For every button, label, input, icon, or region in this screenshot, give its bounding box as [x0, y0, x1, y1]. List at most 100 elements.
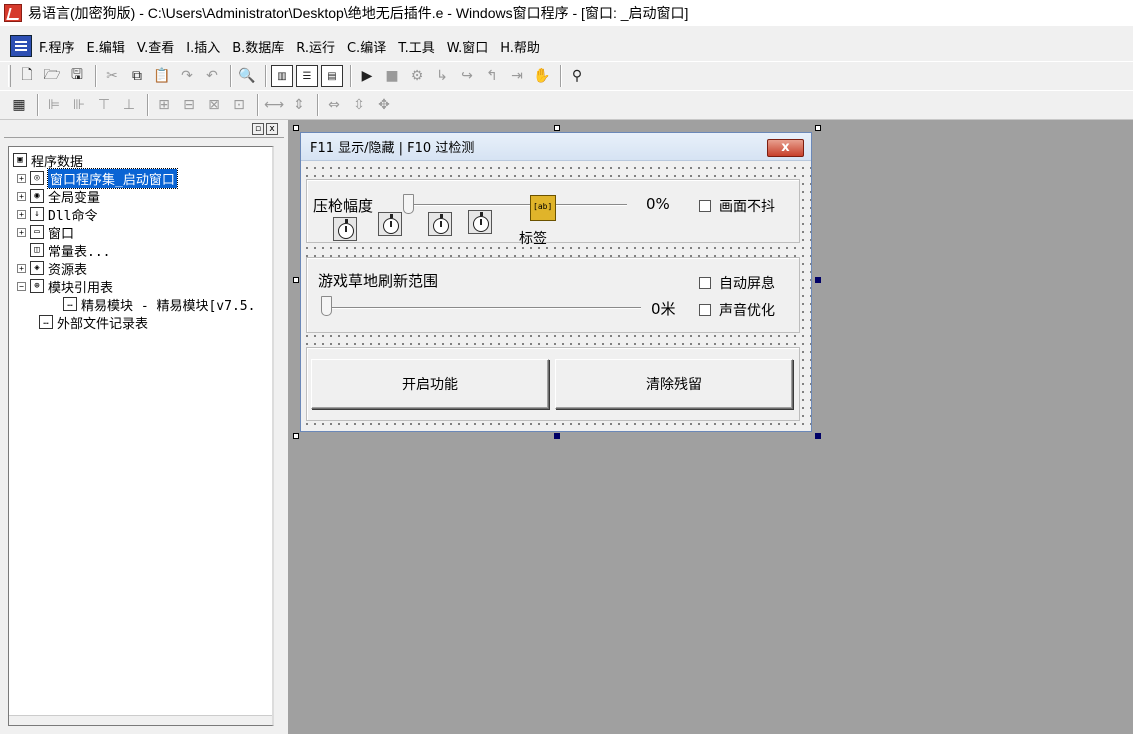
document-menu-icon[interactable]	[10, 35, 32, 57]
toolbar-separator	[230, 65, 232, 87]
save-icon[interactable]: 🖫	[66, 65, 88, 87]
space-vertical-icon[interactable]: ⇕	[288, 94, 310, 116]
expand-icon[interactable]: +	[17, 173, 26, 183]
window-icon: ▭	[30, 225, 44, 239]
menu-window[interactable]: W.窗口	[446, 35, 490, 58]
step-out-icon[interactable]: ↰	[481, 65, 503, 87]
align-left-icon[interactable]: ⊫	[43, 94, 65, 116]
paste-icon[interactable]: 📋	[151, 65, 173, 87]
program-data-icon: ▣	[13, 153, 27, 167]
menu-view[interactable]: V.查看	[136, 35, 175, 58]
find-icon[interactable]: 🔍	[236, 65, 258, 87]
tree-item-jingyi-module[interactable]: … 精易模块 - 精易模块[v7.5.	[63, 295, 255, 314]
layout-panel-icon[interactable]: ▤	[321, 65, 343, 87]
start-feature-button[interactable]: 开启功能	[311, 359, 549, 409]
center-horizontal-icon[interactable]: ⊞	[153, 94, 175, 116]
timer-hand	[440, 221, 442, 227]
tree-item-resources[interactable]: + ◈ 资源表	[17, 259, 88, 278]
tree-root[interactable]: ▣ 程序数据	[13, 151, 83, 170]
timer-icon[interactable]	[468, 210, 492, 234]
tree-item-dll-commands[interactable]: + ↓ Dll命令	[17, 205, 97, 224]
open-folder-icon[interactable]: 🗁	[41, 65, 63, 87]
tree-item-window-assembly[interactable]: + ◎ 窗口程序集_启动窗口	[17, 167, 178, 189]
recoil-slider-track[interactable]	[405, 204, 627, 206]
recoil-group: 压枪幅度 0% 画面不抖 标签	[306, 179, 800, 247]
layout-split-icon[interactable]: ▥	[271, 65, 293, 87]
binoculars-icon[interactable]: ⚲	[566, 65, 588, 87]
center-vertical-icon[interactable]: ⊟	[178, 94, 200, 116]
checkbox-box[interactable]	[699, 304, 711, 316]
clear-residue-button[interactable]: 清除残留	[555, 359, 793, 409]
menu-run[interactable]: R.运行	[295, 35, 336, 58]
menu-compile[interactable]: C.编译	[346, 35, 387, 58]
width-icon[interactable]: ⇔	[323, 94, 345, 116]
sound-opt-checkbox[interactable]: 声音优化	[699, 300, 775, 320]
tree-item-global-variables[interactable]: + ◉ 全局变量	[17, 187, 100, 206]
stop-icon[interactable]: ■	[381, 65, 403, 87]
resize-handle[interactable]	[554, 125, 560, 131]
grass-slider-track[interactable]	[323, 307, 641, 309]
resize-handle[interactable]	[293, 125, 299, 131]
expand-icon[interactable]: +	[17, 191, 26, 201]
menu-tools[interactable]: T.工具	[397, 35, 436, 58]
height-icon[interactable]: ⇳	[348, 94, 370, 116]
size-icon[interactable]: ✥	[373, 94, 395, 116]
copy-icon[interactable]: ⧉	[126, 65, 148, 87]
undo-icon[interactable]: ↶	[201, 65, 223, 87]
recoil-slider-thumb[interactable]	[403, 194, 414, 214]
menu-database[interactable]: B.数据库	[231, 35, 285, 58]
resize-handle[interactable]	[293, 433, 299, 439]
resize-handle[interactable]	[815, 277, 821, 283]
toolbar-separator	[317, 94, 319, 116]
menu-program[interactable]: F.程序	[38, 35, 76, 58]
tree-item-constants[interactable]: ◫ 常量表...	[30, 241, 110, 260]
collapse-icon[interactable]: −	[17, 281, 26, 291]
expand-icon[interactable]: +	[17, 263, 26, 273]
grass-slider-thumb[interactable]	[321, 296, 332, 316]
same-width-icon[interactable]: ⊠	[203, 94, 225, 116]
hand-icon[interactable]: ✋	[531, 65, 553, 87]
run-to-cursor-icon[interactable]: ⇥	[506, 65, 528, 87]
align-bottom-icon[interactable]: ⊥	[118, 94, 140, 116]
timer-icon[interactable]	[333, 217, 357, 241]
step-into-icon[interactable]: ↳	[431, 65, 453, 87]
toolbar-grip[interactable]	[8, 65, 11, 87]
menu-edit[interactable]: E.编辑	[86, 35, 126, 58]
label-control-icon[interactable]	[530, 195, 556, 221]
panel-close-button[interactable]: x	[266, 122, 278, 135]
expand-icon[interactable]: +	[17, 227, 26, 237]
form-close-button[interactable]: x	[767, 139, 804, 157]
checkbox-box[interactable]	[699, 200, 711, 212]
menu-insert[interactable]: I.插入	[185, 35, 221, 58]
redo-icon[interactable]: ↷	[176, 65, 198, 87]
cut-icon[interactable]: ✂	[101, 65, 123, 87]
same-height-icon[interactable]: ⊡	[228, 94, 250, 116]
tree-item-external-files[interactable]: … 外部文件记录表	[39, 313, 148, 332]
space-horizontal-icon[interactable]: ⟷	[263, 94, 285, 116]
align-center-v-icon[interactable]: ⊪	[68, 94, 90, 116]
tree-item-windows[interactable]: + ▭ 窗口	[17, 223, 74, 242]
timer-icon[interactable]	[378, 212, 402, 236]
menu-help[interactable]: H.帮助	[499, 35, 541, 58]
resize-handle[interactable]	[815, 125, 821, 131]
timer-icon[interactable]	[428, 212, 452, 236]
debug-icon[interactable]: ⚙	[406, 65, 428, 87]
resize-handle[interactable]	[815, 433, 821, 439]
tree-label: 资源表	[48, 262, 88, 278]
tree-item-module-references[interactable]: − ⊕ 模块引用表	[17, 277, 113, 296]
auto-screen-checkbox[interactable]: 自动屏息	[699, 273, 775, 293]
resize-handle[interactable]	[293, 277, 299, 283]
checkbox-box[interactable]	[699, 277, 711, 289]
layout-horizontal-icon[interactable]: ☰	[296, 65, 318, 87]
run-icon[interactable]: ▶	[356, 65, 378, 87]
align-top-icon[interactable]: ⊤	[93, 94, 115, 116]
new-file-icon[interactable]: 🗋	[16, 65, 38, 87]
panel-minimize-button[interactable]: ▫	[252, 122, 264, 135]
expand-icon[interactable]: +	[17, 209, 26, 219]
startup-window-form[interactable]: F11 显示/隐藏 | F10 过检测 x 压枪幅度 0% 画面不抖 标签	[300, 132, 812, 432]
anti-shake-checkbox[interactable]: 画面不抖	[699, 196, 775, 216]
tree-horizontal-scrollbar[interactable]	[9, 715, 272, 725]
step-over-icon[interactable]: ↪	[456, 65, 478, 87]
resize-handle[interactable]	[554, 433, 560, 439]
form-grid-icon[interactable]: ▦	[8, 94, 30, 116]
